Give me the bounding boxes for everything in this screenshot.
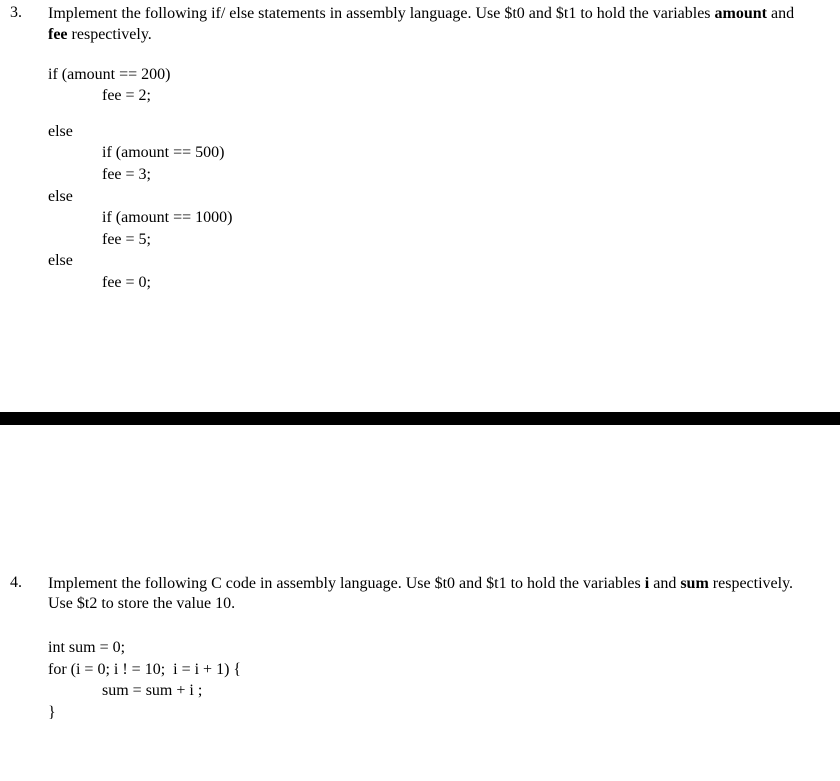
q3-code-line-7: if (amount == 1000) — [48, 207, 840, 229]
q3-text-1: Implement the following if/ else stateme… — [48, 5, 715, 22]
q3-code-line-4: if (amount == 500) — [48, 142, 840, 164]
q3-code-line-8: fee = 5; — [48, 229, 840, 251]
q4-code-line-4: } — [48, 702, 840, 724]
q3-bold-2: fee — [48, 26, 68, 43]
q3-code-line-9: else — [48, 250, 840, 272]
q3-text-2: and — [767, 5, 794, 22]
spacer — [0, 425, 840, 570]
q3-code-line-2: fee = 2; — [48, 85, 840, 107]
spacer — [0, 294, 840, 412]
q4-text-1: Implement the following C code in assemb… — [48, 575, 645, 592]
question-3-prompt: Implement the following if/ else stateme… — [48, 4, 840, 50]
spacer — [48, 107, 840, 121]
question-3-number: 3. — [0, 4, 48, 22]
question-3-prompt-text: Implement the following if/ else stateme… — [48, 4, 810, 46]
q4-code-line-3: sum = sum + i ; — [48, 680, 840, 702]
q3-code-line-3: else — [48, 121, 840, 143]
question-4-prompt-text: Implement the following C code in assemb… — [48, 574, 810, 616]
question-4: 4. Implement the following C code in ass… — [0, 570, 840, 724]
q3-code-line-10: fee = 0; — [48, 272, 840, 294]
question-3-header: 3. Implement the following if/ else stat… — [0, 4, 840, 50]
q3-bold-1: amount — [715, 5, 767, 22]
question-3: 3. Implement the following if/ else stat… — [0, 0, 840, 294]
page: 3. Implement the following if/ else stat… — [0, 0, 840, 724]
q3-code-line-1: if (amount == 200) — [48, 64, 840, 86]
q3-code-line-6: else — [48, 186, 840, 208]
question-4-prompt: Implement the following C code in assemb… — [48, 574, 840, 620]
q4-text-2: and — [649, 575, 680, 592]
question-4-code: int sum = 0; for (i = 0; i ! = 10; i = i… — [48, 637, 840, 723]
q4-code-line-1: int sum = 0; — [48, 637, 840, 659]
q4-code-line-2: for (i = 0; i ! = 10; i = i + 1) { — [48, 659, 840, 681]
page-divider — [0, 412, 840, 425]
question-4-number: 4. — [0, 574, 48, 592]
question-3-code: if (amount == 200) fee = 2; else if (amo… — [48, 64, 840, 294]
question-4-header: 4. Implement the following C code in ass… — [0, 574, 840, 620]
q3-code-line-5: fee = 3; — [48, 164, 840, 186]
q3-text-3: respectively. — [68, 26, 152, 43]
q4-bold-2: sum — [680, 575, 708, 592]
